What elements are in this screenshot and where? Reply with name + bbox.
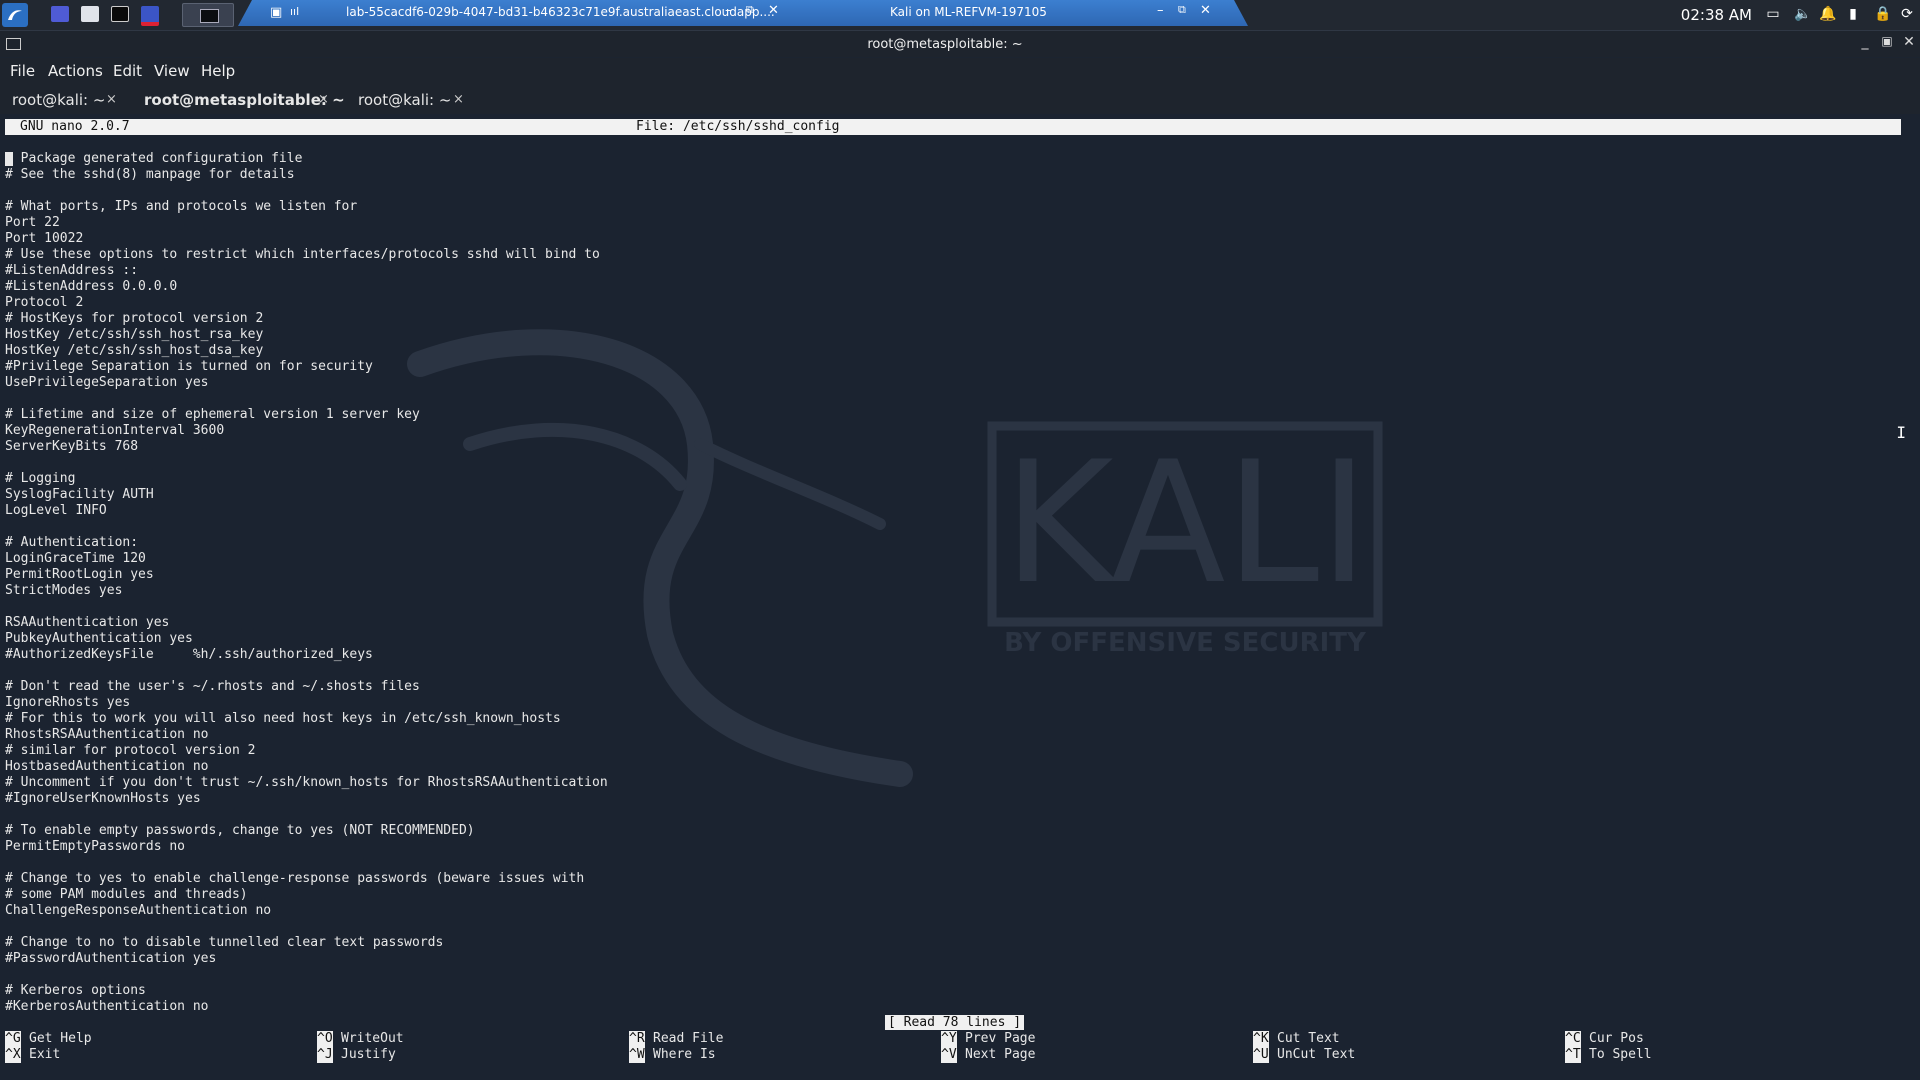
shortcut-where-is[interactable]: ^W Where Is: [629, 1047, 716, 1063]
vm-tab-close-icon[interactable]: ✕: [768, 3, 779, 18]
terminal-scrollbar[interactable]: [1914, 114, 1920, 1080]
tab-label: root@kali: ~: [358, 91, 452, 109]
vm-restore-icon[interactable]: ⧉: [1178, 3, 1186, 17]
menu-help[interactable]: Help: [201, 62, 235, 80]
signal-icon: ııl: [290, 5, 300, 18]
kali-tagline: BY OFFENSIVE SECURITY: [1004, 628, 1367, 658]
tab-label: root@kali: ~: [12, 91, 106, 109]
shortcut-cur-pos[interactable]: ^C Cur Pos: [1565, 1031, 1644, 1047]
power-icon[interactable]: ⟳: [1898, 5, 1916, 23]
tab-label: root@metasploitable: ~: [144, 91, 345, 109]
kali-logo-text: KALI: [1003, 425, 1368, 621]
shortcut-read-file[interactable]: ^R Read File: [629, 1031, 723, 1047]
file-content[interactable]: # Package generated configuration file #…: [5, 151, 608, 1015]
tab-root-kali-2[interactable]: root@kali: ~ ×: [348, 84, 468, 114]
shortcut-uncut-text[interactable]: ^U UnCut Text: [1253, 1047, 1355, 1063]
shortcut-exit[interactable]: ^X Exit: [5, 1047, 60, 1063]
close-icon[interactable]: ✕: [1900, 34, 1918, 50]
minimize-icon[interactable]: _: [1856, 34, 1874, 50]
menu-view[interactable]: View: [154, 62, 190, 80]
shortcut-to-spell[interactable]: ^T To Spell: [1565, 1047, 1652, 1063]
terminal-body[interactable]: KALI BY OFFENSIVE SECURITY GNU nano 2.0.…: [0, 114, 1920, 1080]
nano-filename: File: /etc/ssh/sshd_config: [636, 119, 840, 134]
shortcut-justify[interactable]: ^J Justify: [317, 1047, 396, 1063]
vm-window-title: Kali on ML-REFVM-197105: [890, 5, 1047, 19]
kali-menu-icon[interactable]: [2, 3, 28, 27]
terminal-titlebar: root@metasploitable: ~ _ ▣ ✕: [0, 31, 1920, 57]
panel-clock[interactable]: 02:38 AM: [1681, 6, 1752, 24]
tab-close-icon[interactable]: ×: [318, 92, 329, 107]
vm-tab-minimize-icon[interactable]: –: [725, 3, 732, 18]
workspace-icon[interactable]: [48, 3, 72, 27]
volume-icon[interactable]: 🔈: [1794, 5, 1812, 23]
browser-icon[interactable]: [138, 3, 162, 27]
window-title: root@metasploitable: ~: [867, 37, 1023, 52]
lock-icon[interactable]: 🔒: [1874, 5, 1892, 23]
shortcut-get-help[interactable]: ^G Get Help: [5, 1031, 92, 1047]
terminal-launcher-icon[interactable]: [108, 3, 132, 27]
notification-bell-icon[interactable]: 🔔: [1819, 5, 1837, 23]
menu-bar: File Actions Edit View Help: [0, 58, 1920, 84]
mouse-ibeam-cursor-icon: I: [1896, 423, 1906, 442]
shortcut-prev-page[interactable]: ^Y Prev Page: [941, 1031, 1035, 1047]
active-terminal-task-button[interactable]: [182, 3, 234, 27]
nano-title-bar: GNU nano 2.0.7 File: /etc/ssh/sshd_confi…: [5, 119, 1901, 135]
menu-edit[interactable]: Edit: [113, 62, 142, 80]
pin-icon[interactable]: ▣: [270, 5, 282, 20]
file-manager-icon[interactable]: [78, 3, 102, 27]
shortcut-cut-text[interactable]: ^K Cut Text: [1253, 1031, 1340, 1047]
shortcut-writeout[interactable]: ^O WriteOut: [317, 1031, 404, 1047]
text-cursor-block: [5, 152, 13, 166]
vm-tab-restore-icon[interactable]: ⧉: [746, 3, 754, 17]
vm-minimize-icon[interactable]: –: [1157, 3, 1164, 18]
tab-close-icon[interactable]: ×: [453, 92, 464, 107]
tab-close-icon[interactable]: ×: [106, 92, 117, 107]
vm-connection-bar: ▣ ııl lab-55cacdf6-029b-4047-bd31-b46323…: [238, 0, 1248, 26]
top-panel: ▣ ııl lab-55cacdf6-029b-4047-bd31-b46323…: [0, 0, 1920, 31]
nano-status-message: [ Read 78 lines ]: [885, 1015, 1025, 1030]
menu-file[interactable]: File: [10, 62, 35, 80]
display-icon[interactable]: ▭: [1764, 5, 1782, 23]
tab-root-metasploitable[interactable]: root@metasploitable: ~ ×: [136, 84, 345, 116]
vm-tab-title[interactable]: lab-55cacdf6-029b-4047-bd31-b46323c71e9f…: [346, 5, 775, 19]
tab-root-kali-1[interactable]: root@kali: ~ ×: [12, 84, 122, 114]
shortcut-next-page[interactable]: ^V Next Page: [941, 1047, 1035, 1063]
vm-close-icon[interactable]: ✕: [1200, 3, 1211, 18]
battery-icon[interactable]: ▮: [1844, 5, 1862, 23]
maximize-icon[interactable]: ▣: [1878, 34, 1896, 48]
tab-bar: root@kali: ~ × root@metasploitable: ~ × …: [0, 84, 1920, 116]
menu-actions[interactable]: Actions: [48, 62, 103, 80]
nano-version: GNU nano 2.0.7: [20, 119, 130, 134]
